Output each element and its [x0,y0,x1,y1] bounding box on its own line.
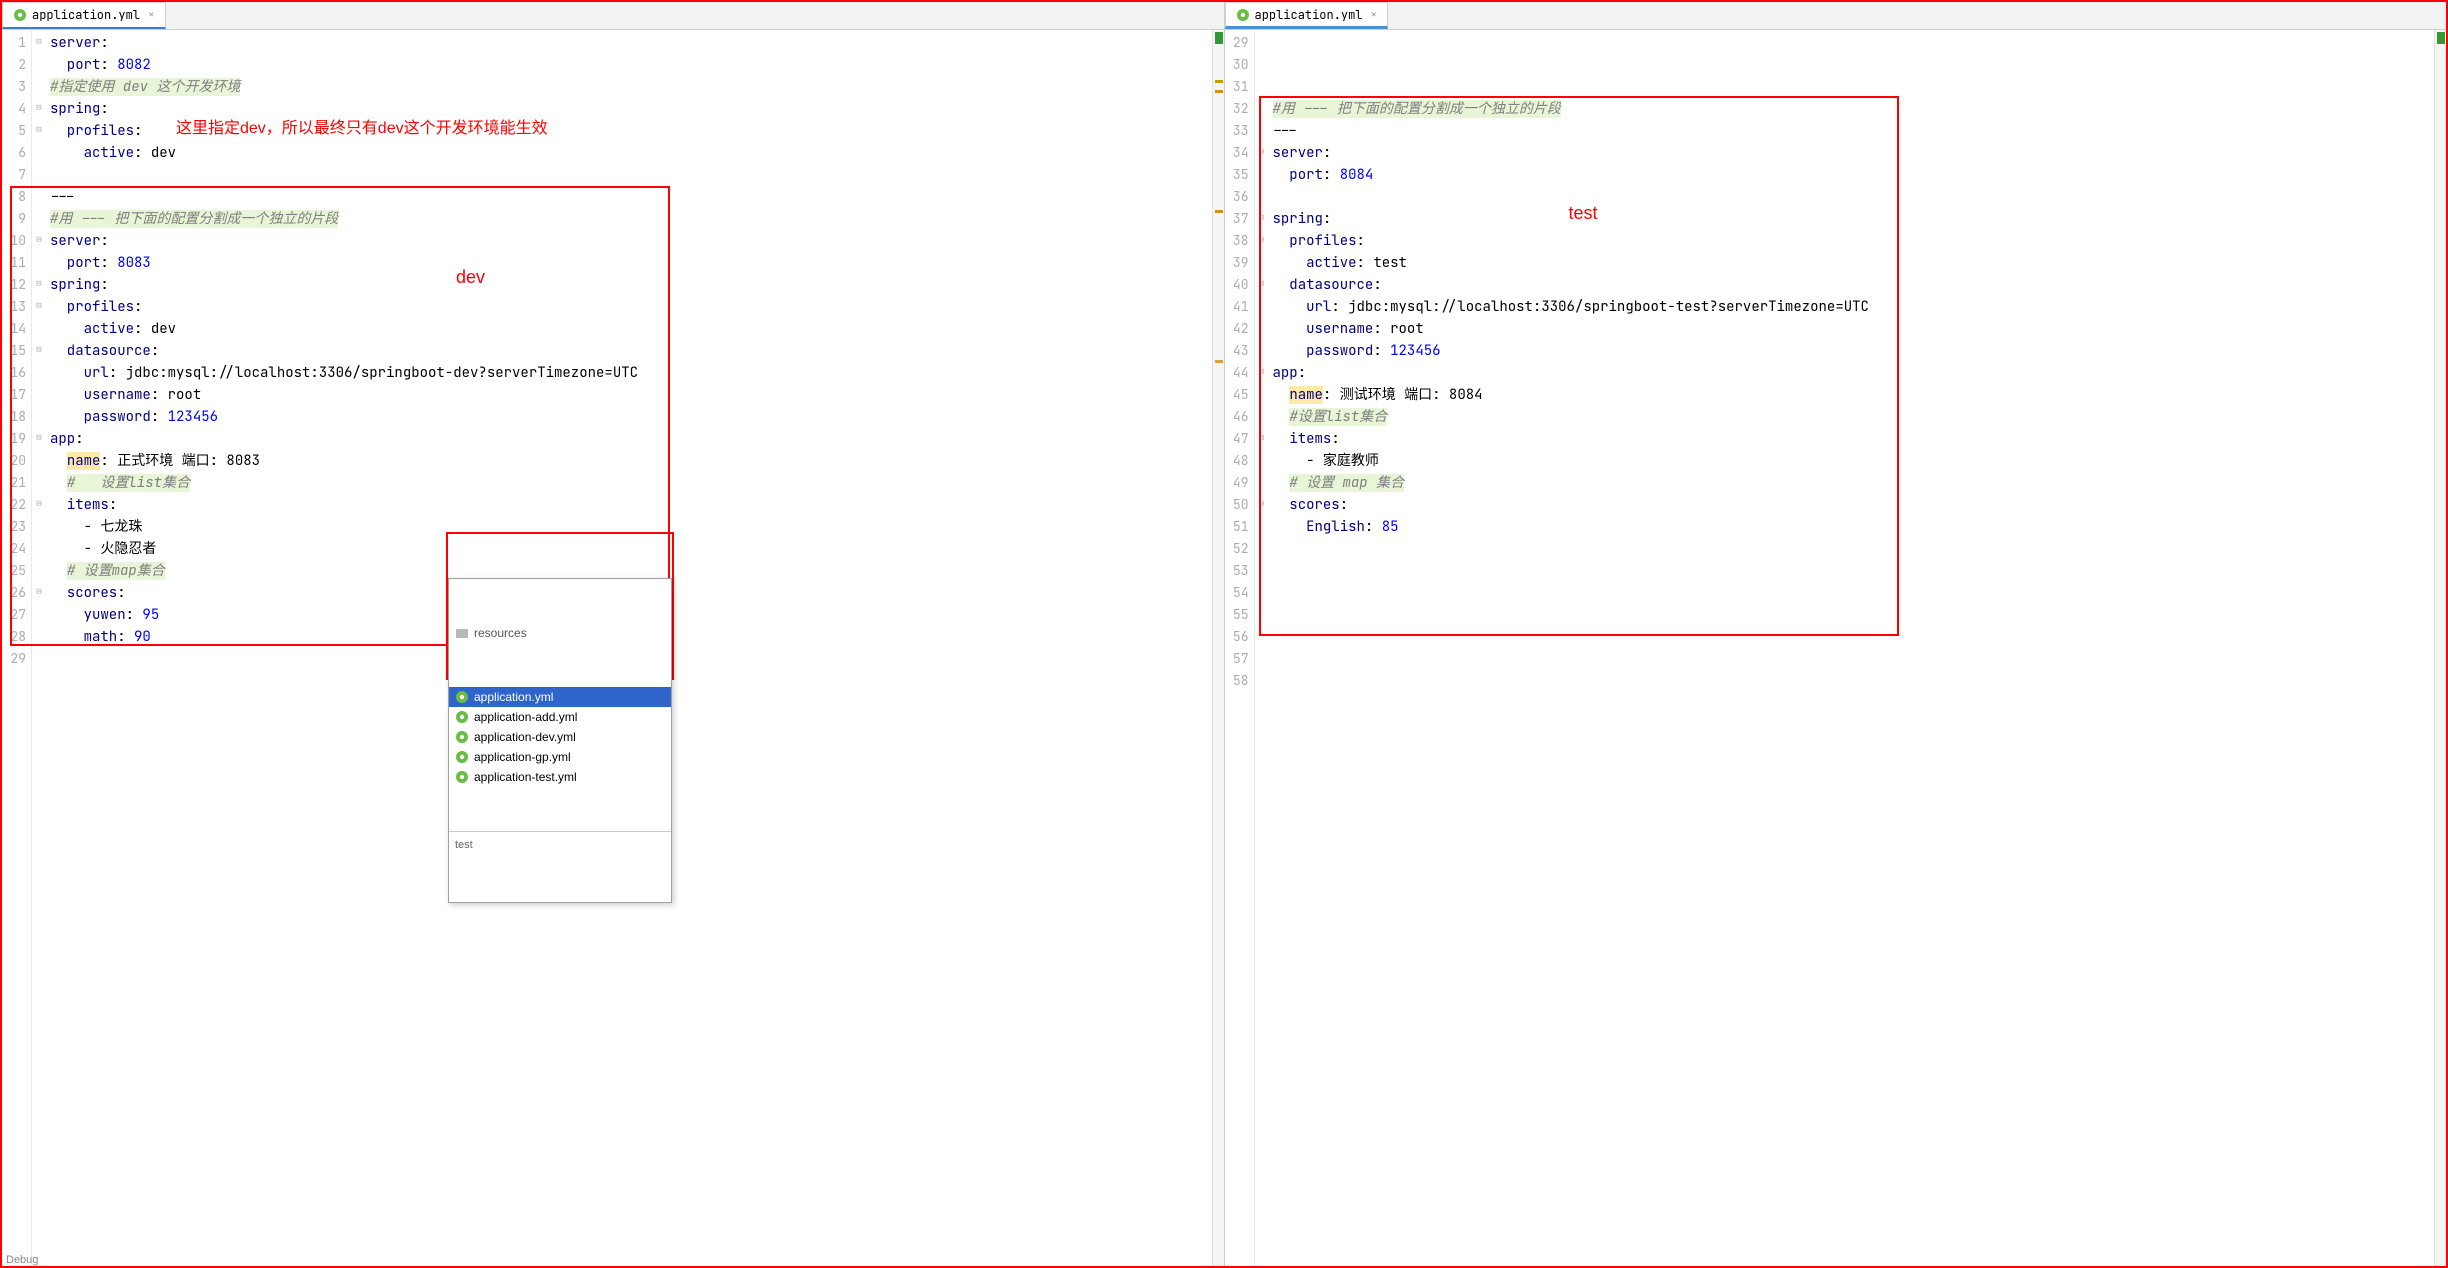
code-line[interactable] [1273,626,2431,648]
code-line[interactable]: active: test [1273,252,2431,274]
code-line[interactable]: port: 8083 [50,252,1208,274]
left-editor[interactable]: 1234567891011121314151617181920212223242… [2,30,1224,1266]
right-tab-bar: application.yml × [1225,2,2447,30]
code-line[interactable]: name: 测试环境 端口: 8084 [1273,384,2431,406]
right-line-gutter[interactable]: 2930313233343536373839404142434445464748… [1225,30,1255,1266]
annotation-top: 这里指定dev，所以最终只有dev这个开发环境能生效 [176,118,548,140]
right-editor-pane: application.yml × 2930313233343536373839… [1225,2,2447,1266]
code-line[interactable]: password: 123456 [50,406,1208,428]
code-line[interactable]: datasource: [1273,274,2431,296]
spring-icon [455,710,469,724]
code-line[interactable]: spring: [50,98,1208,120]
popup-item[interactable]: application-add.yml [449,707,671,727]
left-tab-bar: application.yml × [2,2,1224,30]
code-line[interactable]: port: 8082 [50,54,1208,76]
code-line[interactable]: port: 8084 [1273,164,2431,186]
popup-folder-label: resources [474,622,527,644]
spring-icon [455,750,469,764]
code-line[interactable]: name: 正式环境 端口: 8083 [50,450,1208,472]
code-line[interactable]: server: [1273,142,2431,164]
tab-application-yml-right[interactable]: application.yml × [1225,2,1389,29]
popup-item-label: application.yml [474,686,553,708]
code-line[interactable]: password: 123456 [1273,340,2431,362]
right-fold-gutter[interactable]: ⊟⊟⊟⊟⊟⊟⊟ [1255,30,1269,1266]
close-icon[interactable]: × [148,8,155,22]
left-editor-pane: application.yml × 1234567891011121314151… [2,2,1225,1266]
tab-application-yml-left[interactable]: application.yml × [2,2,166,29]
code-line[interactable]: #用 --- 把下面的配置分割成一个独立的片段 [1273,98,2431,120]
code-line[interactable]: items: [1273,428,2431,450]
code-line[interactable]: username: root [1273,318,2431,340]
popup-folder-row[interactable]: resources [449,623,671,643]
annotation-dev: dev [456,266,485,288]
right-editor[interactable]: 2930313233343536373839404142434445464748… [1225,30,2447,1266]
code-line[interactable]: app: [50,428,1208,450]
close-icon[interactable]: × [1371,8,1378,22]
spring-icon [455,770,469,784]
code-line[interactable]: items: [50,494,1208,516]
code-line[interactable]: # 设置list集合 [50,472,1208,494]
popup-item[interactable]: application.yml [449,687,671,707]
code-line[interactable]: scores: [1273,494,2431,516]
code-line[interactable] [50,164,1208,186]
code-line[interactable]: #设置list集合 [1273,406,2431,428]
code-line[interactable]: English: 85 [1273,516,2431,538]
file-popup[interactable]: resources application.ymlapplication-add… [448,578,672,903]
code-line[interactable] [1273,648,2431,670]
code-line[interactable]: profiles: [1273,230,2431,252]
code-line[interactable]: active: dev [50,318,1208,340]
code-line[interactable] [1273,54,2431,76]
tab-label: application.yml [1255,7,1363,23]
left-line-gutter[interactable]: 1234567891011121314151617181920212223242… [2,30,32,1266]
popup-item[interactable]: application-dev.yml [449,727,671,747]
popup-item-label: application-gp.yml [474,746,571,768]
code-line[interactable]: #用 --- 把下面的配置分割成一个独立的片段 [50,208,1208,230]
tab-label: application.yml [32,7,140,23]
code-line[interactable] [1273,76,2431,98]
code-line[interactable]: url: jdbc:mysql://localhost:3306/springb… [1273,296,2431,318]
popup-item[interactable]: application-gp.yml [449,747,671,767]
code-line[interactable]: server: [50,32,1208,54]
popup-item[interactable]: application-test.yml [449,767,671,787]
code-line[interactable]: url: jdbc:mysql://localhost:3306/springb… [50,362,1208,384]
code-line[interactable]: server: [50,230,1208,252]
spring-icon [1236,8,1250,22]
ide-split-view: application.yml × 1234567891011121314151… [0,0,2448,1268]
code-line[interactable] [1273,186,2431,208]
popup-item-label: application-add.yml [474,706,577,728]
code-line[interactable] [1273,32,2431,54]
spring-icon [455,690,469,704]
code-line[interactable]: spring: [1273,208,2431,230]
annotation-test: test [1569,202,1598,224]
spring-icon [13,8,27,22]
code-line[interactable] [1273,604,2431,626]
code-line[interactable]: datasource: [50,340,1208,362]
code-line[interactable]: username: root [50,384,1208,406]
folder-icon [455,626,469,640]
code-line[interactable]: spring: [50,274,1208,296]
code-line[interactable]: --- [50,186,1208,208]
spring-icon [455,730,469,744]
code-line[interactable] [1273,582,2431,604]
code-line[interactable]: --- [1273,120,2431,142]
code-line[interactable]: - 家庭教师 [1273,450,2431,472]
debug-strip: Debug [0,1252,44,1268]
left-fold-gutter[interactable]: ⊟⊟⊟⊟⊟⊟⊟⊟⊟⊟ [32,30,46,1266]
popup-item-label: application-test.yml [474,766,577,788]
code-line[interactable]: app: [1273,362,2431,384]
right-code-area[interactable]: #用 --- 把下面的配置分割成一个独立的片段---server: port: … [1269,30,2435,1266]
popup-footer: test [449,831,671,858]
code-line[interactable] [1273,670,2431,692]
left-marker-bar[interactable] [1212,30,1224,1266]
code-line[interactable]: #指定使用 dev 这个开发环境 [50,76,1208,98]
left-code-area[interactable]: server: port: 8082#指定使用 dev 这个开发环境spring… [46,30,1212,1266]
right-marker-bar[interactable] [2434,30,2446,1266]
code-line[interactable]: active: dev [50,142,1208,164]
code-line[interactable]: profiles: [50,296,1208,318]
code-line[interactable] [1273,560,2431,582]
popup-item-label: application-dev.yml [474,726,576,748]
code-line[interactable]: # 设置 map 集合 [1273,472,2431,494]
code-line[interactable] [1273,538,2431,560]
